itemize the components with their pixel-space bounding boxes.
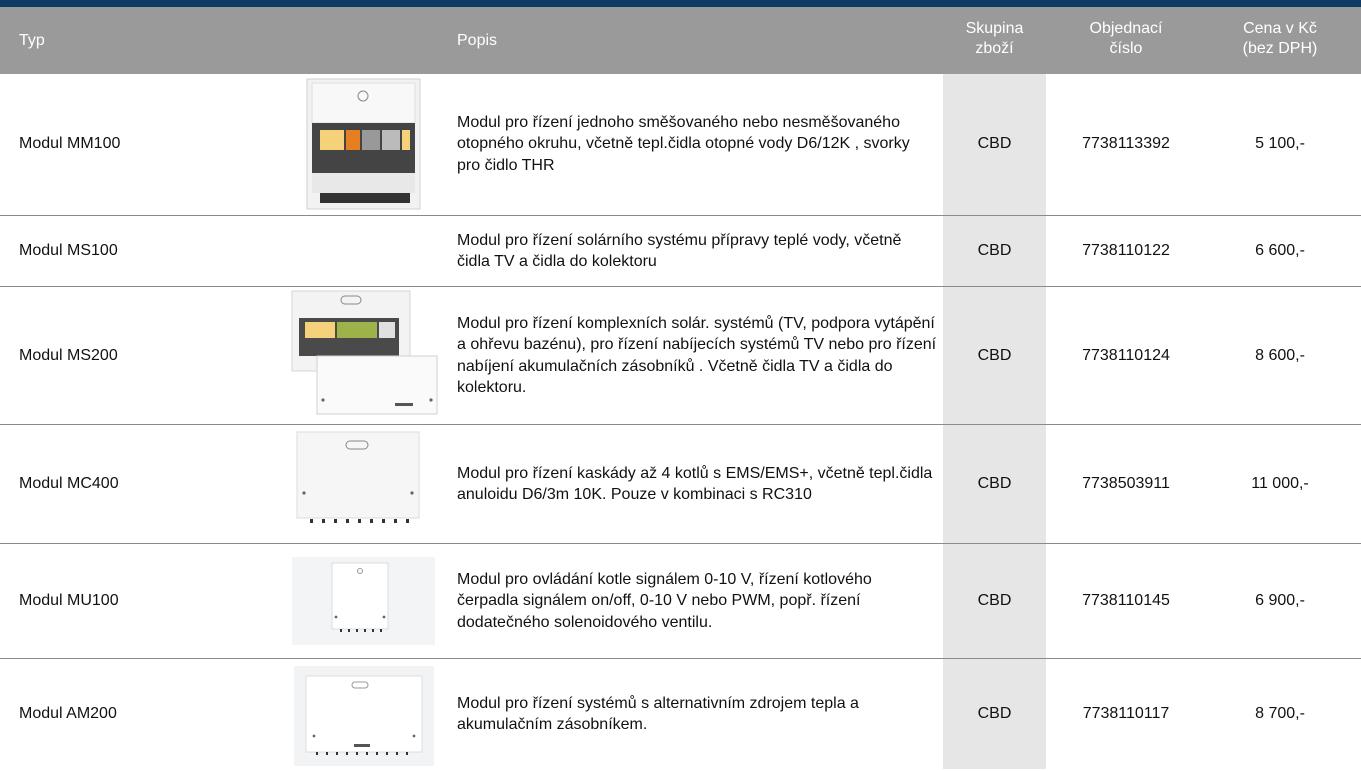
row-typ: Modul MS100: [19, 242, 118, 259]
row-cena: 11 000,-: [1251, 475, 1309, 492]
row-cena: 8 600,-: [1255, 346, 1305, 364]
row-popis: Modul pro řízení systémů s alternativním…: [457, 694, 859, 734]
header-cena-line1: Cena v Kč: [1243, 20, 1317, 37]
module-ms200-image: [291, 290, 439, 423]
row-popis: Modul pro řízení kaskády až 4 kotlů s EM…: [457, 464, 933, 504]
row-objednaci: 7738503911: [1082, 475, 1170, 492]
table-row: Modul MS100 Modul pro řízení solárního s…: [0, 216, 1361, 286]
table-header: Typ Popis Skupina zboží Objednací číslo …: [0, 7, 1361, 74]
row-typ: Modul MU100: [19, 592, 119, 609]
row-popis: Modul pro řízení solárního systému přípr…: [457, 231, 902, 271]
header-cena: Cena v Kč (bez DPH): [1210, 19, 1350, 59]
module-am200-image: [294, 666, 434, 771]
row-skupina: CBD: [977, 346, 1012, 364]
table-row: Modul MU100 Modul pro ovládání kotle sig…: [0, 544, 1361, 658]
row-skupina: CBD: [977, 135, 1012, 152]
header-skupina-line2: zboží: [975, 40, 1014, 57]
header-typ: Typ: [19, 32, 45, 49]
header-objednaci-line2: číslo: [1109, 40, 1143, 57]
table-row: Modul MM100 Modul pro řízení jednoho smě…: [0, 74, 1361, 214]
row-typ: Modul AM200: [19, 705, 117, 722]
top-accent-bar: [0, 0, 1361, 7]
row-skupina: CBD: [977, 592, 1012, 609]
row-cena: 6 900,-: [1255, 592, 1305, 609]
row-objednaci: 7738110124: [1082, 346, 1170, 364]
row-popis: Modul pro řízení komplexních solár. syst…: [457, 314, 937, 397]
row-objednaci: 7738110122: [1082, 242, 1170, 259]
row-objednaci: 7738110145: [1082, 592, 1170, 609]
row-cena: 5 100,-: [1255, 135, 1305, 152]
row-skupina: CBD: [977, 705, 1012, 722]
header-popis: Popis: [457, 32, 498, 49]
header-objednaci: Objednací číslo: [1046, 19, 1206, 59]
row-cena: 6 600,-: [1255, 242, 1305, 259]
header-objednaci-line1: Objednací: [1089, 20, 1163, 37]
row-skupina: CBD: [977, 242, 1012, 259]
row-typ: Modul MM100: [19, 135, 121, 152]
module-mu100-image: [292, 557, 435, 650]
header-skupina: Skupina zboží: [943, 19, 1046, 59]
module-mm100-image: [306, 78, 421, 215]
row-popis: Modul pro ovládání kotle signálem 0-10 V…: [457, 570, 872, 631]
table-row: Modul MC400 Modul pro řízení kaskády až …: [0, 425, 1361, 543]
header-skupina-line1: Skupina: [965, 20, 1024, 37]
row-objednaci: 7738110117: [1082, 705, 1170, 722]
table-row: Modul MS200 Modul pro řízení komplexních…: [0, 287, 1361, 424]
row-typ: Modul MC400: [19, 475, 119, 492]
row-objednaci: 7738113392: [1082, 135, 1170, 152]
row-skupina: CBD: [977, 475, 1012, 492]
header-cena-line2: (bez DPH): [1242, 40, 1318, 57]
row-popis: Modul pro řízení jednoho směšovaného neb…: [457, 113, 910, 174]
table-row: Modul AM200 Modul pro řízení systémů s a…: [0, 659, 1361, 769]
module-mc400-image: [296, 431, 420, 532]
row-cena: 8 700,-: [1255, 705, 1305, 722]
row-typ: Modul MS200: [19, 346, 118, 364]
